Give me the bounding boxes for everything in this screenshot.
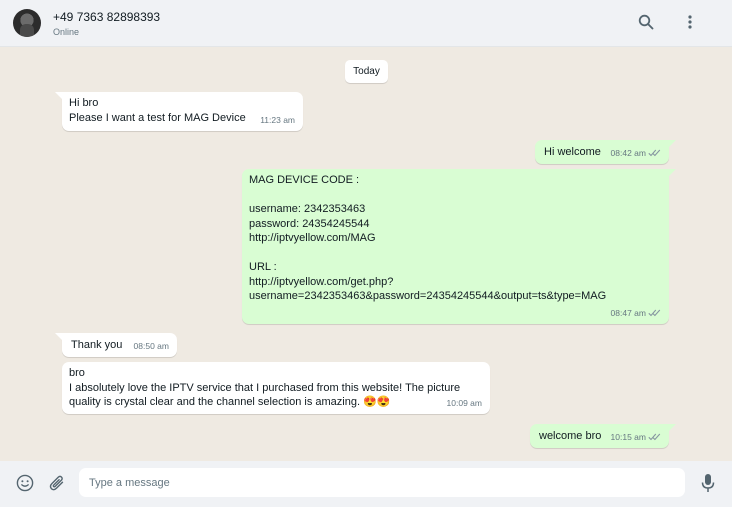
chat-header: +49 7363 82898393 Online	[0, 0, 732, 47]
contact-name[interactable]: +49 7363 82898393	[53, 10, 160, 24]
message-outgoing[interactable]: welcome bro 10:15 am	[530, 424, 676, 448]
message-list[interactable]: Today Hi bro Please I want a test for MA…	[0, 47, 732, 461]
composer	[0, 461, 732, 507]
message-time: 08:42 am	[611, 146, 661, 161]
message-incoming[interactable]: Thank you 08:50 am	[55, 333, 177, 357]
avatar[interactable]	[13, 9, 41, 37]
message-outgoing[interactable]: Hi welcome 08:42 am	[535, 140, 676, 164]
microphone-icon[interactable]	[697, 472, 719, 494]
date-divider: Today	[345, 60, 388, 83]
message-text: MAG DEVICE CODE : username: 2342353463 p…	[249, 174, 607, 302]
double-check-icon	[648, 149, 661, 157]
message-incoming[interactable]: Hi bro Please I want a test for MAG Devi…	[55, 92, 303, 131]
message-text: bro I absolutely love the IPTV service t…	[69, 367, 461, 408]
message-outgoing[interactable]: MAG DEVICE CODE : username: 2342353463 p…	[242, 169, 676, 324]
emoji-icon[interactable]	[14, 472, 36, 494]
search-icon[interactable]	[636, 12, 656, 32]
message-time: 11:23 am	[260, 114, 295, 125]
message-text: welcome bro	[539, 430, 602, 442]
message-text: Hi bro Please I want a test for MAG Devi…	[69, 97, 246, 124]
message-incoming[interactable]: bro I absolutely love the IPTV service t…	[62, 362, 490, 414]
double-check-icon	[648, 309, 661, 317]
message-time: 10:09 am	[446, 397, 482, 408]
paperclip-icon[interactable]	[46, 472, 68, 494]
double-check-icon	[648, 433, 661, 441]
message-text: Thank you	[71, 339, 123, 351]
message-input[interactable]	[79, 468, 685, 497]
contact-status: Online	[53, 27, 80, 37]
message-time: 08:50 am	[133, 340, 169, 351]
message-time: 08:47 am	[611, 306, 661, 321]
kebab-menu-icon[interactable]	[680, 12, 700, 32]
message-time: 10:15 am	[611, 430, 661, 445]
message-text: Hi welcome	[544, 146, 601, 158]
